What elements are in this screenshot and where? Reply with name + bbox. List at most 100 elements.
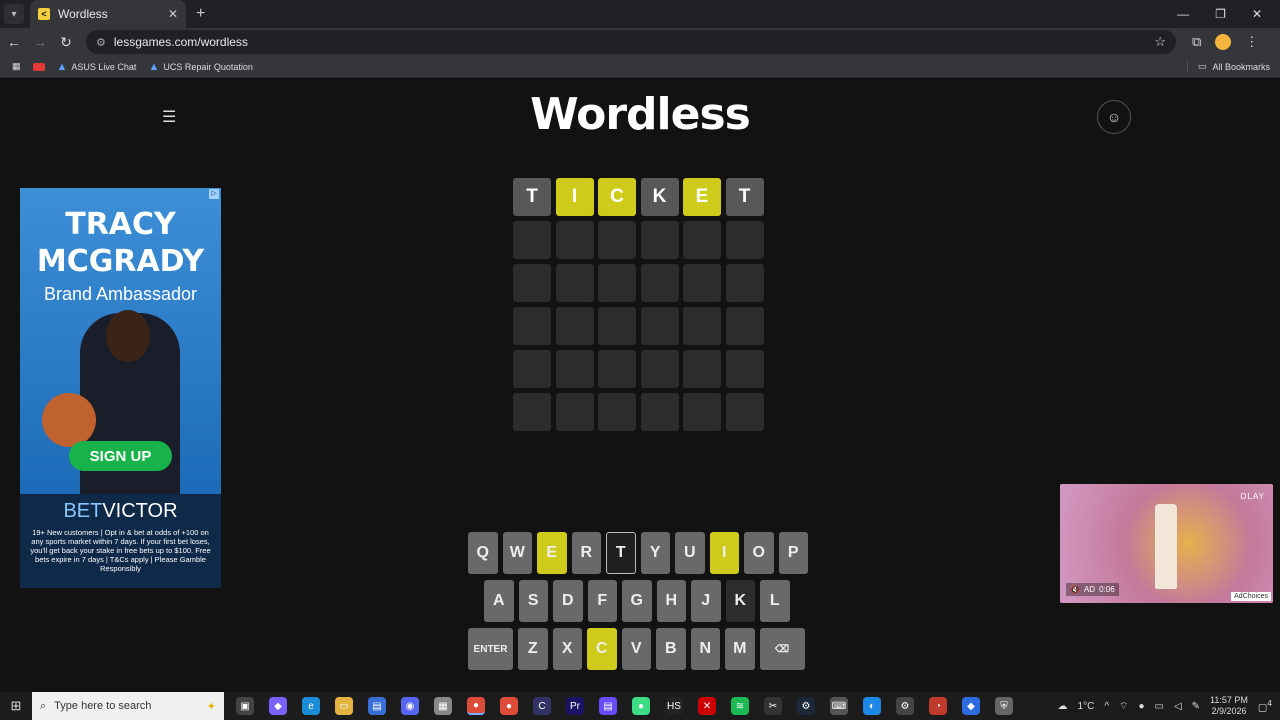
site-info-icon[interactable]: ⚙ [96, 36, 106, 49]
task-view-icon[interactable]: ▣ [236, 697, 254, 715]
key-f[interactable]: F [587, 580, 617, 622]
key-r[interactable]: R [571, 532, 601, 574]
tab-search-button[interactable]: ▾ [4, 4, 24, 24]
microphone-icon[interactable]: ● [1138, 701, 1144, 712]
bookmarks-bar: ▦ ▲ ASUS Live Chat ▲ UCS Repair Quotation … [0, 56, 1280, 78]
weather-icon[interactable]: ☁ [1058, 701, 1068, 712]
battery-icon[interactable]: ▭ [1155, 701, 1164, 712]
key-w[interactable]: W [502, 532, 532, 574]
ad-signup-button[interactable]: SIGN UP [69, 441, 172, 471]
cursor-icon[interactable]: C [533, 697, 551, 715]
key-c[interactable]: C [587, 628, 617, 670]
profile-avatar[interactable] [1215, 34, 1232, 50]
store-icon[interactable]: ▤ [368, 697, 386, 715]
grid-cell [598, 221, 636, 259]
folder-icon: ▭ [1197, 61, 1207, 71]
browser2-icon[interactable]: ◐ [863, 697, 881, 715]
android-icon[interactable]: ● [632, 697, 650, 715]
shield-icon[interactable]: ⛨ [995, 697, 1013, 715]
tab-close-icon[interactable]: ✕ [168, 7, 178, 21]
key-k[interactable]: K [725, 580, 755, 622]
key-b[interactable]: B [656, 628, 686, 670]
key-s[interactable]: S [518, 580, 548, 622]
all-bookmarks-button[interactable]: ▭ All Bookmarks [1186, 61, 1270, 72]
file-explorer-icon[interactable]: ▭ [335, 697, 353, 715]
bookmark-star-icon[interactable]: ☆ [1154, 34, 1166, 50]
key-i[interactable]: I [709, 532, 739, 574]
browser-menu-icon[interactable]: ⋮ [1245, 34, 1258, 50]
adchoices-link[interactable]: AdChoices [1231, 592, 1271, 601]
video-controls[interactable]: 🔇 AD 0:06 [1066, 583, 1119, 596]
key-m[interactable]: M [725, 628, 755, 670]
back-button[interactable]: ← [2, 34, 26, 50]
bookmark-asus-live-chat[interactable]: ▲ ASUS Live Chat [57, 61, 137, 73]
key-o[interactable]: O [744, 532, 774, 574]
notifications-icon[interactable]: ▢4 [1258, 698, 1272, 713]
youtube-bookmark[interactable] [32, 62, 45, 71]
grid-cell [725, 221, 764, 259]
key-d[interactable]: D [553, 580, 583, 622]
pen-icon[interactable]: ✎ [1192, 701, 1200, 712]
reload-button[interactable]: ↻ [54, 34, 78, 51]
system-clock[interactable]: 11:57 PM 2/9/2026 [1210, 695, 1248, 717]
grid-cell [555, 393, 594, 431]
key-n[interactable]: N [690, 628, 720, 670]
forward-button[interactable]: → [28, 34, 52, 50]
key-u[interactable]: U [675, 532, 705, 574]
close-window-button[interactable]: ✕ [1252, 7, 1262, 21]
capcut-icon[interactable]: ✂ [764, 697, 782, 715]
hs-icon[interactable]: HS [665, 697, 683, 715]
extensions-icon[interactable]: ⧉ [1192, 34, 1201, 50]
browser-tab-active[interactable]: < Wordless ✕ [30, 0, 186, 28]
tray-chevron-icon[interactable]: ^ [1104, 701, 1109, 712]
key-y[interactable]: Y [640, 532, 670, 574]
windows-start-icon[interactable]: ⊞ [0, 698, 32, 714]
grid-cell [555, 221, 594, 259]
key-t[interactable]: T [606, 532, 636, 574]
restore-button[interactable]: ❐ [1215, 7, 1226, 21]
volume-icon[interactable]: ◁ [1174, 701, 1182, 712]
edge-icon[interactable]: e [302, 697, 320, 715]
apps-grid-icon[interactable]: ▦ [12, 61, 21, 72]
key-z[interactable]: Z [518, 628, 548, 670]
chrome-icon[interactable]: ● [467, 697, 485, 715]
key-p[interactable]: P [778, 532, 808, 574]
terminal-icon[interactable]: ⌨ [830, 697, 848, 715]
key-h[interactable]: H [656, 580, 686, 622]
key-j[interactable]: J [691, 580, 721, 622]
app-x-icon[interactable]: ✕ [698, 697, 716, 715]
address-bar[interactable]: ⚙ lessgames.com/wordless ☆ [86, 30, 1176, 54]
key-q[interactable]: Q [468, 532, 498, 574]
key-l[interactable]: L [760, 580, 790, 622]
settings-icon[interactable]: ⚙ [896, 697, 914, 715]
olay-video-ad[interactable]: OLAY 🔇 AD 0:06 AdChoices [1060, 484, 1273, 603]
temperature[interactable]: 1°C [1078, 701, 1095, 712]
network-icon[interactable]: ⌔ [1119, 700, 1128, 713]
key-v[interactable]: V [621, 628, 651, 670]
ad-info-icon[interactable]: ▷ [209, 189, 219, 199]
app-blue-icon[interactable]: ◆ [962, 697, 980, 715]
backspace-key[interactable]: ⌫ [759, 628, 805, 670]
notes-icon[interactable]: ▤ [599, 697, 617, 715]
chrome-profile-icon[interactable]: ● [500, 697, 518, 715]
minimize-button[interactable]: — [1177, 7, 1189, 21]
asus-icon: ▲ [56, 60, 68, 73]
key-g[interactable]: G [622, 580, 652, 622]
new-tab-button[interactable]: + [196, 5, 205, 23]
mute-icon[interactable]: 🔇 [1070, 585, 1080, 594]
bookmark-ucs-repair[interactable]: ▲ UCS Repair Quotation [148, 61, 252, 73]
enter-key[interactable]: ENTER [468, 628, 513, 670]
app-icon[interactable]: ▦ [434, 697, 452, 715]
user-account-button[interactable]: ☺ [1097, 100, 1131, 134]
spotify-icon[interactable]: ≋ [731, 697, 749, 715]
betvictor-ad[interactable]: ▷ TRACY MCGRADY Brand Ambassador SIGN UP… [20, 188, 221, 588]
steam-icon[interactable]: ⚙ [797, 697, 815, 715]
premiere-icon[interactable]: Pr [566, 697, 584, 715]
taskbar-search[interactable]: ⌕ Type here to search ✦ [32, 692, 224, 720]
discord-icon[interactable]: ◉ [401, 697, 419, 715]
key-a[interactable]: A [484, 580, 514, 622]
speedtest-icon[interactable]: ◔ [929, 697, 947, 715]
key-e[interactable]: E [537, 532, 567, 574]
copilot-icon[interactable]: ◆ [269, 697, 287, 715]
key-x[interactable]: X [552, 628, 582, 670]
